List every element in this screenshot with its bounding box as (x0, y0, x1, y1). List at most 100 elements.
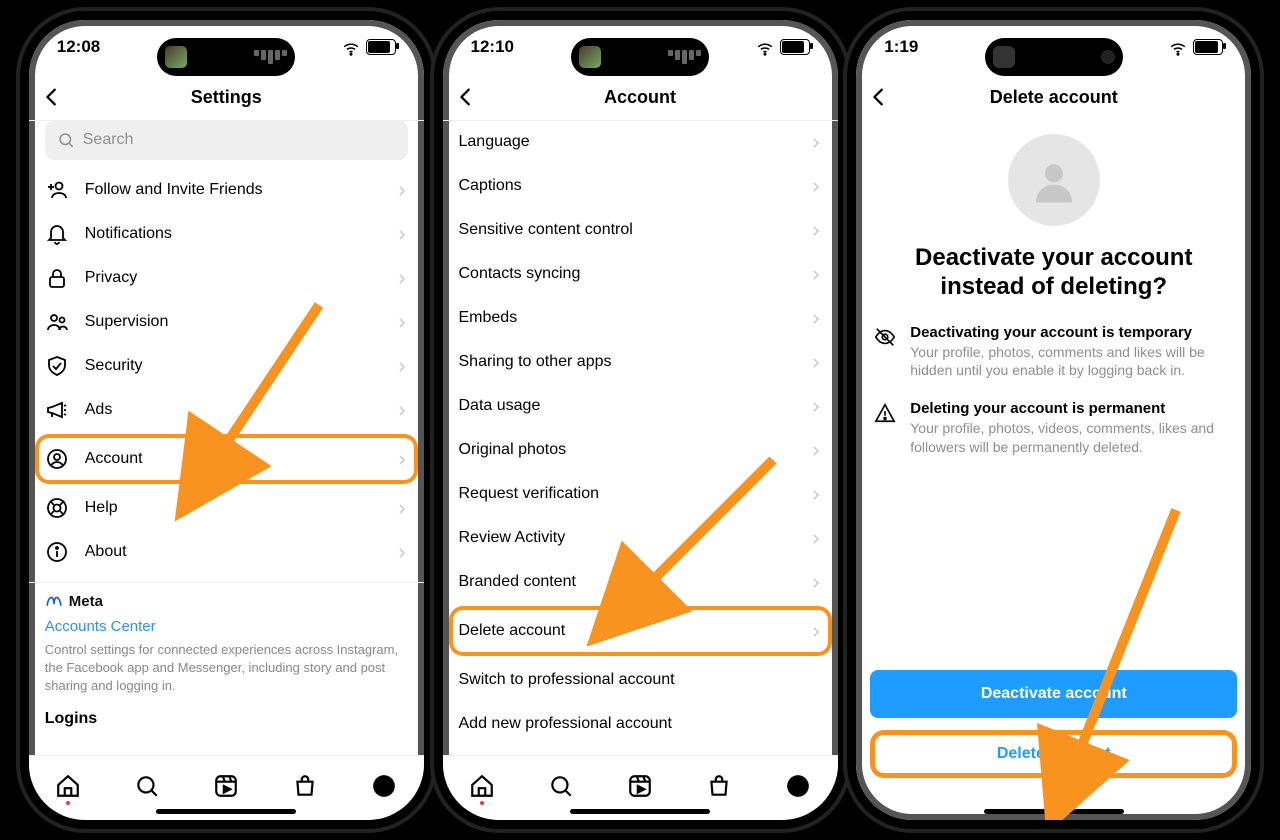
home-tab-icon[interactable] (55, 773, 81, 799)
settings-row-follow-invite[interactable]: Follow and Invite Friends (45, 168, 408, 212)
wifi-icon (342, 40, 360, 54)
dynamic-island (157, 38, 295, 76)
home-indicator[interactable] (156, 809, 296, 814)
search-tab-icon[interactable] (548, 773, 574, 799)
chevron-right-icon (810, 312, 822, 324)
logins-heading: Logins (45, 710, 408, 728)
account-row-sensitive[interactable]: Sensitive content control (459, 208, 822, 252)
back-icon[interactable] (455, 86, 477, 108)
home-indicator[interactable] (570, 809, 710, 814)
page-title: Settings (191, 87, 262, 108)
chevron-right-icon (810, 532, 822, 544)
settings-list: Search Follow and Invite Friends Notific… (29, 120, 424, 760)
account-row-verification[interactable]: Request verification (459, 472, 822, 516)
chevron-right-icon (396, 184, 408, 196)
eye-off-icon (874, 326, 896, 348)
status-time: 12:08 (57, 37, 137, 57)
shop-tab-icon[interactable] (292, 773, 318, 799)
chevron-right-icon (396, 360, 408, 372)
settings-row-supervision[interactable]: Supervision (45, 300, 408, 344)
account-list: Language Captions Sensitive content cont… (443, 120, 838, 760)
chevron-right-icon (396, 546, 408, 558)
home-indicator[interactable] (984, 809, 1124, 814)
chevron-right-icon (396, 404, 408, 416)
settings-row-help[interactable]: Help (45, 486, 408, 530)
account-row-data-usage[interactable]: Data usage (459, 384, 822, 428)
home-tab-icon[interactable] (469, 773, 495, 799)
info-temporary: Deactivating your account is temporary Y… (856, 324, 1251, 381)
account-row-delete-account[interactable]: Delete account (449, 606, 832, 656)
chevron-right-icon (810, 625, 822, 637)
user-circle-icon (45, 447, 69, 471)
meta-brand: Meta (45, 591, 408, 612)
chevron-right-icon (810, 444, 822, 456)
delete-account-button[interactable]: Delete account (870, 730, 1237, 778)
settings-row-security[interactable]: Security (45, 344, 408, 388)
back-icon[interactable] (41, 86, 63, 108)
help-icon (45, 496, 69, 520)
battery-icon (1193, 39, 1223, 55)
account-row-original-photos[interactable]: Original photos (459, 428, 822, 472)
back-icon[interactable] (868, 86, 890, 108)
switch-professional-link[interactable]: Switch to professional account (459, 658, 822, 702)
deactivate-account-button[interactable]: Deactivate account (870, 670, 1237, 718)
meta-logo-icon (45, 593, 63, 611)
account-row-review-activity[interactable]: Review Activity (459, 516, 822, 560)
info-permanent: Deleting your account is permanent Your … (856, 400, 1251, 457)
chevron-right-icon (810, 180, 822, 192)
nav-header: Delete account (856, 74, 1251, 120)
chevron-right-icon (810, 576, 822, 588)
add-professional-link[interactable]: Add new professional account (459, 702, 822, 746)
chevron-right-icon (396, 272, 408, 284)
account-row-sharing[interactable]: Sharing to other apps (459, 340, 822, 384)
meta-description: Control settings for connected experienc… (45, 641, 408, 696)
search-input[interactable]: Search (45, 120, 408, 160)
settings-row-account[interactable]: Account (35, 434, 418, 484)
phone-delete-account: 1:19 Delete account Deactivate your acco… (856, 20, 1251, 820)
chevron-right-icon (810, 400, 822, 412)
shop-tab-icon[interactable] (706, 773, 732, 799)
profile-tab-icon[interactable] (785, 773, 811, 799)
megaphone-icon (45, 398, 69, 422)
settings-row-notifications[interactable]: Notifications (45, 212, 408, 256)
wifi-icon (1169, 40, 1187, 54)
battery-icon (366, 39, 396, 55)
settings-row-ads[interactable]: Ads (45, 388, 408, 432)
wifi-icon (756, 40, 774, 54)
page-title: Delete account (990, 87, 1118, 108)
chevron-right-icon (810, 268, 822, 280)
status-time: 1:19 (884, 37, 964, 57)
page-title: Account (604, 87, 676, 108)
status-time: 12:10 (471, 37, 551, 57)
profile-tab-icon[interactable] (371, 773, 397, 799)
account-row-embeds[interactable]: Embeds (459, 296, 822, 340)
account-row-captions[interactable]: Captions (459, 164, 822, 208)
battery-icon (780, 39, 810, 55)
account-row-contacts[interactable]: Contacts syncing (459, 252, 822, 296)
search-placeholder: Search (83, 131, 134, 149)
search-tab-icon[interactable] (134, 773, 160, 799)
reels-tab-icon[interactable] (213, 773, 239, 799)
shield-icon (45, 354, 69, 378)
chevron-right-icon (396, 316, 408, 328)
chevron-right-icon (810, 224, 822, 236)
chevron-right-icon (810, 136, 822, 148)
deactivate-heading: Deactivate your account instead of delet… (876, 244, 1231, 302)
account-row-branded-content[interactable]: Branded content (459, 560, 822, 604)
delete-account-body: Deactivate your account instead of delet… (856, 120, 1251, 800)
chevron-right-icon (396, 502, 408, 514)
chevron-right-icon (810, 356, 822, 368)
chevron-right-icon (396, 228, 408, 240)
settings-row-about[interactable]: About (45, 530, 408, 574)
reels-tab-icon[interactable] (627, 773, 653, 799)
chevron-right-icon (810, 488, 822, 500)
avatar-placeholder (1008, 134, 1100, 226)
warning-icon (874, 402, 896, 424)
settings-row-privacy[interactable]: Privacy (45, 256, 408, 300)
account-row-language[interactable]: Language (459, 120, 822, 164)
meta-accounts-center: Meta Accounts Center Control settings fo… (45, 591, 408, 696)
accounts-center-link[interactable]: Accounts Center (45, 616, 408, 637)
dynamic-island (985, 38, 1123, 76)
phone-account: 12:10 Account Language Captions Sensitiv… (443, 20, 838, 820)
search-icon (57, 131, 75, 149)
